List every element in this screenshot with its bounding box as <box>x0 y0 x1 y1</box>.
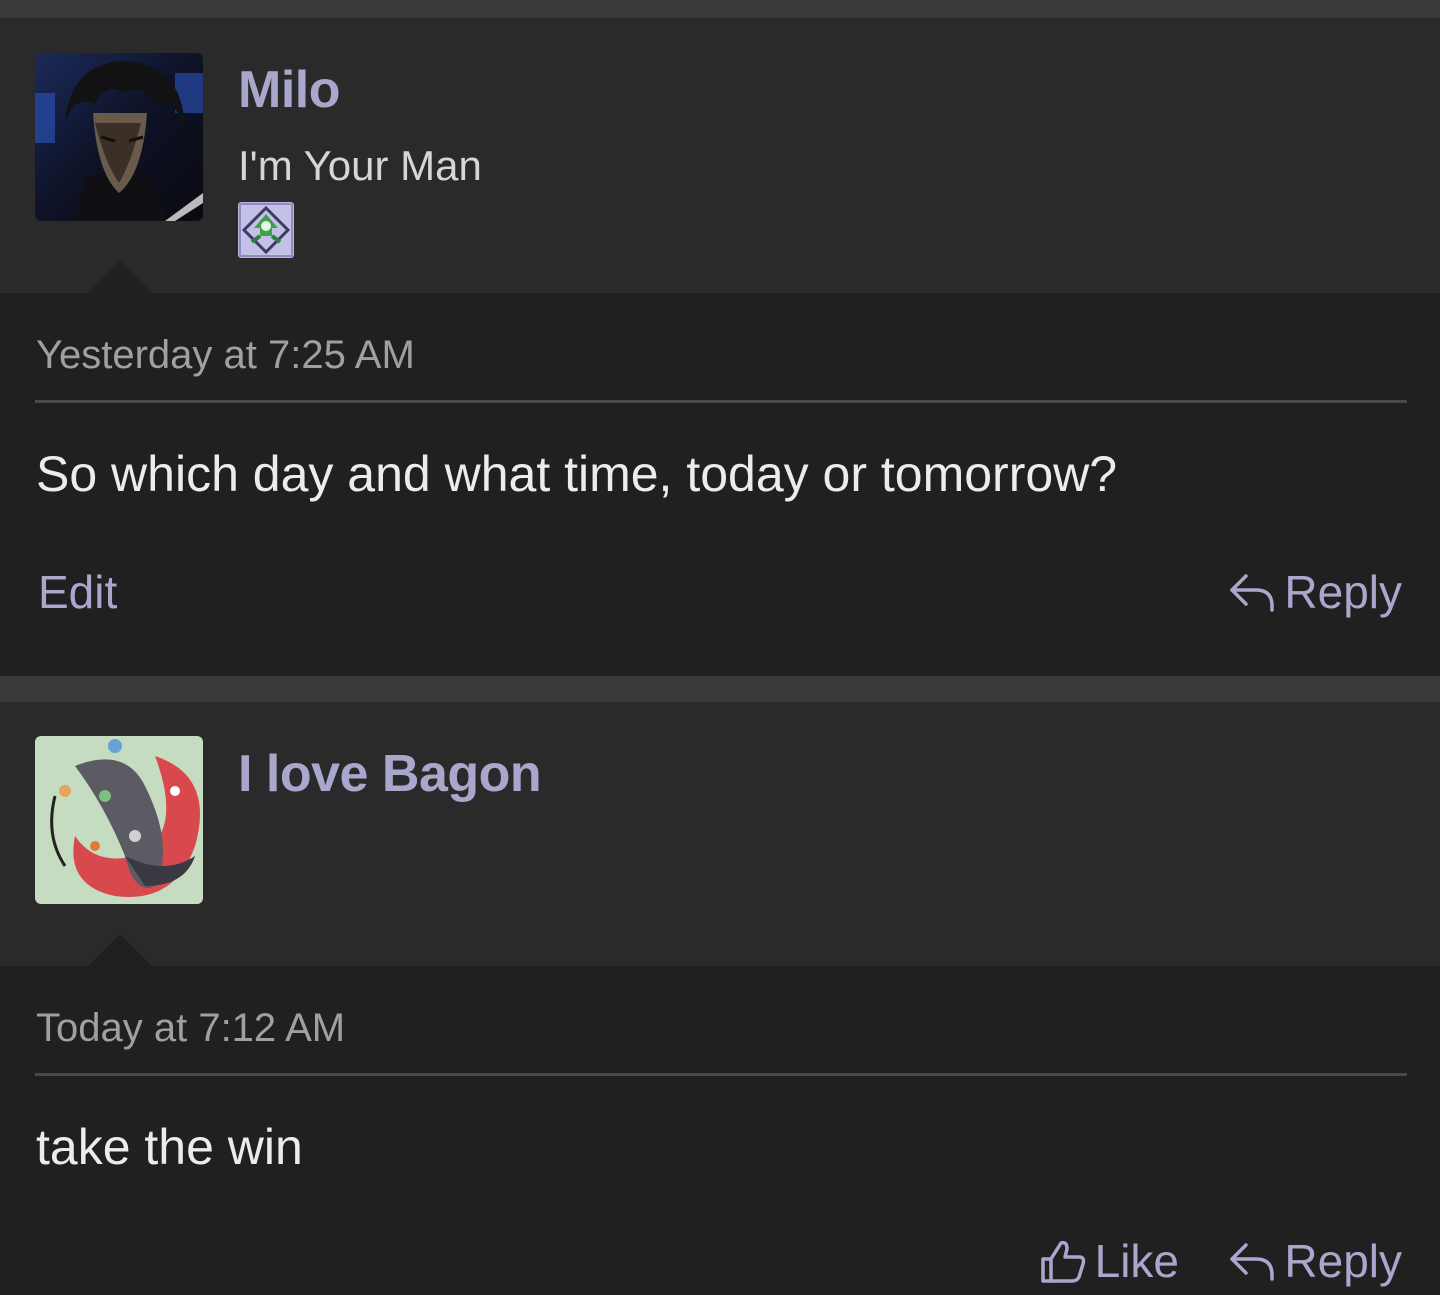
post-user-area: I love Bagon <box>0 702 1440 966</box>
reply-icon <box>1228 1239 1276 1283</box>
username[interactable]: I love Bagon <box>238 744 542 804</box>
post: Milo I'm Your Man Yesterday at 7:25 AM S… <box>0 18 1440 676</box>
message-text: So which day and what time, today or tom… <box>36 446 1118 502</box>
divider <box>35 400 1407 403</box>
post-user-area: Milo I'm Your Man <box>0 18 1440 293</box>
like-label: Like <box>1094 1235 1179 1287</box>
divider <box>35 1073 1407 1076</box>
like-button[interactable]: Like <box>1039 1234 1179 1288</box>
message-pointer <box>88 934 152 966</box>
post: I love Bagon Today at 7:12 AM take the w… <box>0 702 1440 1295</box>
post-timestamp[interactable]: Today at 7:12 AM <box>36 1006 345 1051</box>
username[interactable]: Milo <box>238 60 340 120</box>
edit-label: Edit <box>38 566 118 618</box>
reply-label: Reply <box>1284 566 1402 618</box>
edit-button[interactable]: Edit <box>38 565 117 619</box>
avatar[interactable] <box>35 53 203 221</box>
reply-button[interactable]: Reply <box>1228 1234 1402 1288</box>
post-timestamp[interactable]: Yesterday at 7:25 AM <box>36 333 415 378</box>
message-pointer <box>88 261 152 293</box>
message-area: Yesterday at 7:25 AM So which day and wh… <box>0 293 1440 676</box>
badge-icon <box>238 202 294 258</box>
reply-icon <box>1228 570 1276 614</box>
reply-label: Reply <box>1284 1235 1402 1287</box>
reply-button[interactable]: Reply <box>1228 565 1402 619</box>
message-area: Today at 7:12 AM take the win Like Reply <box>0 966 1440 1295</box>
thumbs-up-icon <box>1039 1237 1087 1285</box>
thread-page: Milo I'm Your Man Yesterday at 7:25 AM S… <box>0 0 1440 1295</box>
avatar[interactable] <box>35 736 203 904</box>
message-text: take the win <box>36 1119 303 1175</box>
user-title: I'm Your Man <box>238 142 482 189</box>
